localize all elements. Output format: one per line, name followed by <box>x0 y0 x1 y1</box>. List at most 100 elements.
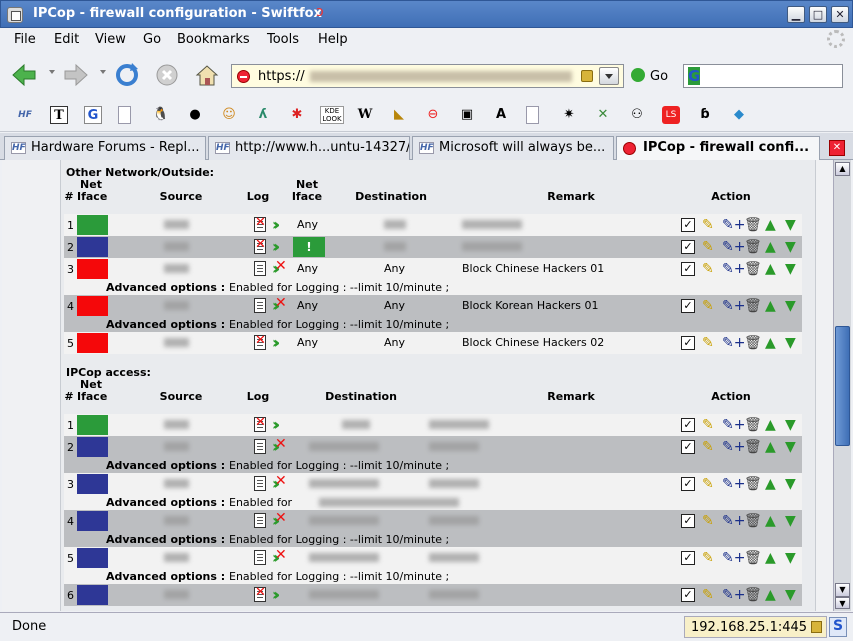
log-icon[interactable] <box>254 333 266 350</box>
log-icon[interactable] <box>254 513 266 528</box>
log-icon[interactable] <box>254 215 266 232</box>
copy-rule-icon[interactable]: ✎+ <box>722 549 745 567</box>
go-button[interactable]: Go <box>631 68 668 84</box>
delete-rule-icon[interactable]: 🗑 <box>744 586 762 604</box>
enabled-checkbox[interactable]: ✓ <box>681 418 695 432</box>
bookmark-x-icon[interactable]: ✕ <box>594 106 612 124</box>
log-icon[interactable] <box>254 550 266 565</box>
menu-help[interactable]: Help <box>318 32 348 47</box>
copy-rule-icon[interactable]: ✎+ <box>722 238 745 256</box>
close-tab-button[interactable]: ✕ <box>829 140 845 156</box>
copy-rule-icon[interactable]: ✎+ <box>722 297 745 315</box>
enabled-checkbox[interactable]: ✓ <box>681 262 695 276</box>
move-up-icon[interactable]: ▲ <box>765 475 776 493</box>
move-up-icon[interactable]: ▲ <box>765 216 776 234</box>
back-history-dropdown[interactable] <box>49 70 55 74</box>
rule-action-icon[interactable]: ›› <box>272 586 292 603</box>
bookmark-grenade-icon[interactable]: ● <box>186 106 204 124</box>
edit-rule-icon[interactable]: ✎ <box>702 549 714 567</box>
edit-rule-icon[interactable]: ✎ <box>702 586 714 604</box>
move-down-icon[interactable]: ▼ <box>785 216 796 234</box>
scroll-up-button[interactable]: ▲ <box>835 162 850 176</box>
delete-rule-icon[interactable]: 🗑 <box>744 416 762 434</box>
forward-history-dropdown[interactable] <box>100 70 106 74</box>
edit-rule-icon[interactable]: ✎ <box>702 438 714 456</box>
move-up-icon[interactable]: ▲ <box>765 512 776 530</box>
delete-rule-icon[interactable]: 🗑 <box>744 334 762 352</box>
rule-action-icon[interactable]: ›› <box>272 334 292 351</box>
bookmark-kde-look-icon[interactable]: KDE LOOK <box>320 106 344 124</box>
stop-button[interactable] <box>153 61 181 89</box>
enabled-checkbox[interactable]: ✓ <box>681 551 695 565</box>
menu-go[interactable]: Go <box>143 32 161 47</box>
move-down-icon[interactable]: ▼ <box>785 475 796 493</box>
move-down-icon[interactable]: ▼ <box>785 416 796 434</box>
bookmark-people-icon[interactable]: ⚇ <box>628 106 646 124</box>
enabled-checkbox[interactable]: ✓ <box>681 240 695 254</box>
rule-action-icon[interactable]: ›› <box>272 238 292 255</box>
copy-rule-icon[interactable]: ✎+ <box>722 438 745 456</box>
minimize-button[interactable]: ▁ <box>787 6 805 23</box>
copy-rule-icon[interactable]: ✎+ <box>722 260 745 278</box>
back-button[interactable] <box>10 61 38 89</box>
move-up-icon[interactable]: ▲ <box>765 416 776 434</box>
scroll-down-button-2[interactable]: ▼ <box>835 597 850 609</box>
move-up-icon[interactable]: ▲ <box>765 438 776 456</box>
bookmark-cat-icon[interactable]: ☺ <box>220 106 238 124</box>
bookmark-hf-icon[interactable]: HF <box>16 106 34 124</box>
delete-rule-icon[interactable]: 🗑 <box>744 260 762 278</box>
menu-file[interactable]: File <box>14 32 36 47</box>
rule-action-icon[interactable]: ›› <box>272 258 292 277</box>
tab-microsoft[interactable]: HF Microsoft will always be... <box>412 136 614 160</box>
delete-rule-icon[interactable]: 🗑 <box>744 475 762 493</box>
rule-action-icon[interactable]: ›› <box>272 416 292 433</box>
move-up-icon[interactable]: ▲ <box>765 549 776 567</box>
menu-edit[interactable]: Edit <box>54 32 79 47</box>
move-down-icon[interactable]: ▼ <box>785 334 796 352</box>
window-menu-icon[interactable] <box>7 7 23 23</box>
move-down-icon[interactable]: ▼ <box>785 512 796 530</box>
home-button[interactable] <box>193 61 221 89</box>
copy-rule-icon[interactable]: ✎+ <box>722 475 745 493</box>
edit-rule-icon[interactable]: ✎ <box>702 260 714 278</box>
scroll-down-button[interactable]: ▼ <box>835 583 850 597</box>
rule-action-icon[interactable]: ›› <box>272 216 292 233</box>
edit-rule-icon[interactable]: ✎ <box>702 416 714 434</box>
copy-rule-icon[interactable]: ✎+ <box>722 512 745 530</box>
log-icon[interactable] <box>254 298 266 313</box>
move-up-icon[interactable]: ▲ <box>765 586 776 604</box>
rule-action-icon[interactable]: ›› <box>272 547 292 566</box>
move-up-icon[interactable]: ▲ <box>765 334 776 352</box>
edit-rule-icon[interactable]: ✎ <box>702 216 714 234</box>
move-down-icon[interactable]: ▼ <box>785 260 796 278</box>
log-icon[interactable] <box>254 415 266 432</box>
log-icon[interactable] <box>254 585 266 602</box>
log-icon[interactable] <box>254 476 266 491</box>
scrollbar-thumb[interactable] <box>835 326 850 446</box>
enabled-checkbox[interactable]: ✓ <box>681 218 695 232</box>
rule-action-icon[interactable]: ›› <box>272 436 292 455</box>
move-down-icon[interactable]: ▼ <box>785 238 796 256</box>
enabled-checkbox[interactable]: ✓ <box>681 299 695 313</box>
bookmark-tux-icon[interactable]: 🐧 <box>152 106 170 124</box>
edit-rule-icon[interactable]: ✎ <box>702 334 714 352</box>
move-down-icon[interactable]: ▼ <box>785 297 796 315</box>
bookmark-bug-icon[interactable]: ✱ <box>288 106 306 124</box>
delete-rule-icon[interactable]: 🗑 <box>744 238 762 256</box>
bookmark-leaf-icon[interactable]: ʎ <box>254 106 272 124</box>
enabled-checkbox[interactable]: ✓ <box>681 336 695 350</box>
maximize-button[interactable]: □ <box>809 6 827 23</box>
enabled-checkbox[interactable]: ✓ <box>681 514 695 528</box>
tab-http-link[interactable]: HF http://www.h...untu-14327/ <box>208 136 410 160</box>
move-down-icon[interactable]: ▼ <box>785 438 796 456</box>
url-history-dropdown[interactable] <box>599 67 619 85</box>
bookmark-ae-icon[interactable]: A <box>492 106 510 124</box>
google-search-icon[interactable]: G <box>688 67 701 85</box>
bookmark-page2-icon[interactable] <box>526 106 539 124</box>
bookmark-hat-icon[interactable]: ◣ <box>390 106 408 124</box>
bookmark-robot-icon[interactable]: ▣ <box>458 106 476 124</box>
close-window-button[interactable]: ✕ <box>831 6 849 23</box>
menu-tools[interactable]: Tools <box>267 32 299 47</box>
bookmark-parrot-icon[interactable]: ◆ <box>730 106 748 124</box>
copy-rule-icon[interactable]: ✎+ <box>722 416 745 434</box>
